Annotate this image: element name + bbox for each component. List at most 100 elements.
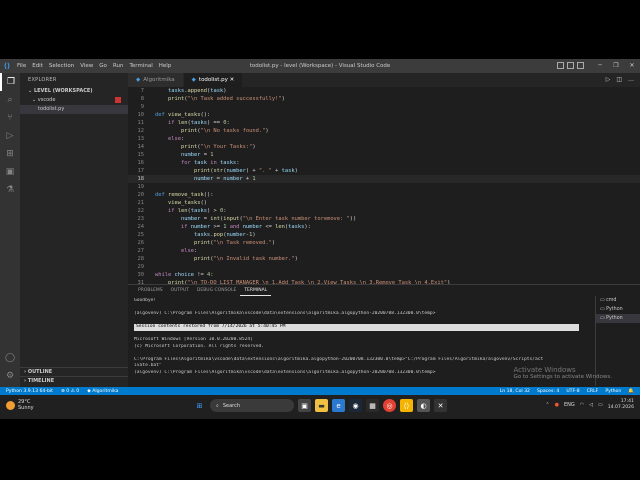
tab-todolist[interactable]: ◆ todolist.py ✕ (183, 73, 244, 87)
close-tab-icon[interactable]: ✕ (230, 77, 235, 83)
tab-algoritmika[interactable]: ◆ Algoritmika (128, 73, 184, 87)
code-editor[interactable]: 7 tasks.append(task) 8 print("\n Task ad… (128, 87, 640, 284)
code-line: 16 for task in tasks: (137, 160, 240, 166)
menu-terminal[interactable]: Terminal (126, 63, 155, 69)
weather-widget[interactable]: 29°C Sunny (6, 399, 34, 411)
minimize-icon[interactable]: ─ (592, 59, 608, 73)
clock[interactable]: 17:41 14.07.2026 (608, 399, 634, 411)
menu-run[interactable]: Run (110, 63, 127, 69)
code-line: 17 print(str(number) + ". " + task) (137, 168, 298, 174)
timeline-label: TIMELINE (27, 378, 55, 384)
line-endings[interactable]: CRLF (587, 389, 599, 394)
menu-edit[interactable]: Edit (29, 63, 46, 69)
accounts-icon[interactable]: ◯ (0, 349, 20, 367)
run-debug-icon[interactable]: ▷ (0, 127, 20, 145)
system-tray: ⌃ ● ENG ◠ ◁ ▭ 17:41 14.07.2026 (545, 399, 634, 411)
toggle-panel-icon[interactable] (567, 62, 574, 69)
taskbar-search[interactable]: ⌕ Search (210, 399, 294, 412)
code-line: 30 while choice != 4: (137, 272, 214, 278)
encoding[interactable]: UTF-8 (566, 389, 579, 394)
split-editor-icon[interactable]: ◫ (616, 76, 622, 83)
restore-icon[interactable]: ❐ (608, 59, 624, 73)
explorer-icon[interactable]: ❐ (0, 73, 20, 91)
cursor-position[interactable]: Ln 18, Col 32 (500, 389, 530, 394)
timeline-section[interactable]: › TIMELINE (20, 376, 128, 385)
battery-icon[interactable]: ▭ (598, 402, 603, 408)
outline-section[interactable]: › OUTLINE (20, 367, 128, 376)
start-windows-icon[interactable]: ⊞ (193, 399, 206, 412)
notifications-bell-icon[interactable]: 🔔 (628, 389, 634, 394)
tab-output[interactable]: OUTPUT (167, 285, 193, 296)
code-line: 29 (137, 264, 145, 270)
search-icon[interactable]: ⌕ (0, 91, 20, 109)
menu-help[interactable]: Help (156, 63, 175, 69)
volume-icon[interactable]: ◁ (589, 402, 593, 408)
task-view-icon[interactable]: ▣ (298, 399, 311, 412)
terminal-output[interactable]: Goodbye! (algovenv) C:\Program Files\Alg… (134, 298, 579, 376)
terminal-label: cmd (606, 298, 617, 303)
wifi-icon[interactable]: ◠ (580, 402, 584, 408)
tab-terminal[interactable]: TERMINAL (240, 285, 272, 296)
code-line: 13 else: (137, 136, 185, 142)
app-icon[interactable]: ◐ (417, 399, 430, 412)
source-control-icon[interactable]: ⑂ (0, 109, 20, 127)
code-line: 9 (140, 104, 144, 110)
indentation[interactable]: Spaces: 4 (537, 389, 559, 394)
watermark-title: Activate Windows (513, 366, 576, 374)
search-icon: ⌕ (216, 402, 219, 409)
code-line: 20 def remove_task(): (137, 192, 214, 198)
app-icon[interactable]: ✕ (434, 399, 447, 412)
steam-icon[interactable]: ◉ (349, 399, 362, 412)
editor-tabs: ◆ Algoritmika ◆ todolist.py ✕ ▷ ◫ … (128, 73, 640, 87)
app-icon[interactable]: ▦ (366, 399, 379, 412)
code-line: 25 tasks.pop(number-1) (137, 232, 256, 238)
tray-app-icon[interactable]: ● (555, 402, 559, 408)
menu-view[interactable]: View (77, 63, 96, 69)
language-indicator[interactable]: ENG (564, 402, 575, 408)
bottom-panel: PROBLEMS OUTPUT DEBUG CONSOLE TERMINAL G… (128, 284, 640, 387)
code-line: 19 (137, 184, 145, 190)
terminal-item-cmd[interactable]: ▭ cmd (596, 296, 640, 305)
code-line: 8 print("\n Task added successfully!") (140, 96, 285, 102)
chevron-up-icon[interactable]: ⌃ (545, 402, 549, 408)
folder-vscode[interactable]: ⌄ vscode (20, 96, 128, 105)
algoritmika-status[interactable]: ◆ Algoritmika (87, 389, 118, 394)
edge-icon[interactable]: e (332, 399, 345, 412)
menu-go[interactable]: Go (96, 63, 110, 69)
chrome-icon[interactable]: ◎ (383, 399, 396, 412)
terminal-item-python-active[interactable]: ▭ Python (596, 314, 640, 323)
language-mode[interactable]: Python (605, 389, 621, 394)
toggle-secondary-sidebar-icon[interactable] (577, 62, 584, 69)
code-line: 12 print("\n No tasks found.") (137, 128, 269, 134)
toggle-sidebar-icon[interactable] (557, 62, 564, 69)
extensions-icon[interactable]: ⊞ (0, 145, 20, 163)
remote-explorer-icon[interactable]: ▣ (0, 163, 20, 181)
manage-gear-icon[interactable]: ⚙ (0, 367, 20, 385)
vscode-algoritmika-icon[interactable]: ⟨⟩ (400, 399, 413, 412)
tab-label: todolist.py (198, 77, 228, 83)
code-line: 7 tasks.append(task) (140, 88, 227, 94)
workspace-root[interactable]: ⌄ LEVEL (WORKSPACE) (20, 87, 128, 96)
folder-label: vscode (37, 97, 56, 103)
file-todolist[interactable]: todolist.py (20, 105, 128, 114)
tab-debug-console[interactable]: DEBUG CONSOLE (193, 285, 240, 296)
algoritmika-icon: ◆ (136, 77, 141, 83)
python-interpreter[interactable]: Python 3.9.13 64-bit (6, 389, 53, 394)
search-label: Search (222, 402, 240, 409)
error-count: 0 (66, 388, 70, 394)
problems-indicator[interactable]: ⊗ 0 ⚠ 0 (61, 389, 79, 394)
menu-bar: File Edit Selection View Go Run Terminal Help (14, 63, 174, 69)
menu-file[interactable]: File (14, 63, 29, 69)
menu-selection[interactable]: Selection (46, 63, 77, 69)
code-line: 23 number = int(input("\n Enter task num… (137, 216, 357, 222)
status-bar: Python 3.9.13 64-bit ⊗ 0 ⚠ 0 ◆ Algoritmi… (0, 387, 640, 395)
run-file-icon[interactable]: ▷ (606, 76, 611, 83)
terminal-item-python[interactable]: ▭ Python (596, 305, 640, 314)
testing-icon[interactable]: ⚗ (0, 181, 20, 199)
tab-problems[interactable]: PROBLEMS (134, 285, 167, 296)
file-explorer-icon[interactable]: ▬ (315, 399, 328, 412)
more-actions-icon[interactable]: … (628, 76, 634, 83)
editor-actions: ▷ ◫ … (606, 76, 634, 83)
code-line: 14 print("\n Your Tasks:") (137, 144, 256, 150)
close-icon[interactable]: ✕ (624, 59, 640, 73)
